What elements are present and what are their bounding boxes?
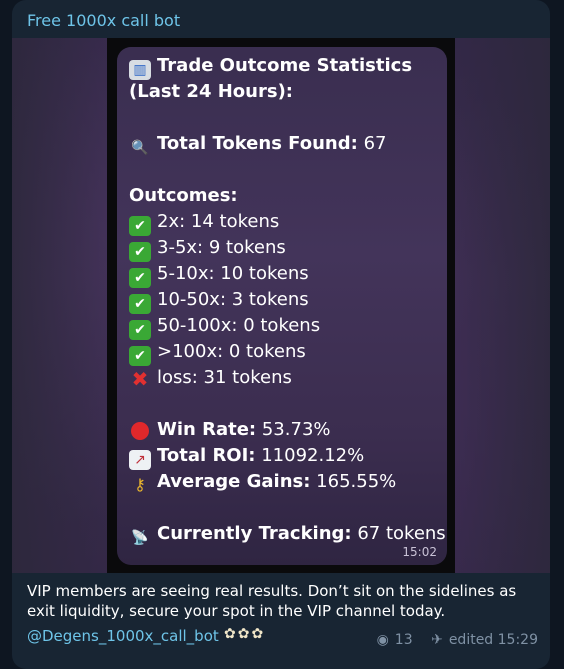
key-icon: ⚷ [134, 475, 146, 494]
message-caption: VIP members are seeing real results. Don… [27, 582, 517, 620]
media-blur-left [12, 38, 107, 573]
check-mark-icon: ✔ [129, 294, 151, 314]
views-icon: ◉ [376, 632, 389, 648]
outcomes-label: Outcomes: [129, 185, 238, 206]
average-gains-line: ⚷ Average Gains: 165.55% [129, 469, 396, 495]
check-mark-icon: ✔ [129, 320, 151, 340]
outcome-item: ✔ >100x: 0 tokens [129, 339, 306, 366]
pin-icon: ✈ [431, 632, 443, 648]
outcome-item: ✔ 5-10x: 10 tokens [129, 261, 309, 288]
edited-time: edited 15:29 [448, 632, 538, 648]
stats-card: ▥ Trade Outcome Statistics (Last 24 Hours… [117, 47, 447, 565]
tracking-line: 📡 Currently Tracking: 67 tokens [129, 521, 445, 548]
win-rate-line: Win Rate: 53.73% [129, 417, 331, 443]
trend-up-icon: ↗ [129, 450, 151, 470]
card-title-line1: ▥ Trade Outcome Statistics [129, 53, 412, 80]
loss-item: ✖ loss: 31 tokens [129, 365, 292, 391]
outcome-item: ✔ 10-50x: 3 tokens [129, 287, 309, 314]
cross-mark-icon: ✖ [131, 367, 149, 391]
flower-emojis: ✿✿✿ [224, 626, 266, 642]
outcome-item: ✔ 50-100x: 0 tokens [129, 313, 320, 340]
tokens-found-line: 🔍 Total Tokens Found: 67 [129, 131, 386, 158]
card-title-line2: (Last 24 Hours): [129, 81, 294, 102]
bot-mention-link[interactable]: @Degens_1000x_call_bot [27, 627, 219, 645]
message-media[interactable]: ▥ Trade Outcome Statistics (Last 24 Hours… [12, 38, 550, 573]
outcome-item: ✔ 3-5x: 9 tokens [129, 235, 286, 262]
sender-name[interactable]: Free 1000x call bot [27, 11, 180, 30]
check-mark-icon: ✔ [129, 216, 151, 236]
media-blur-right [455, 38, 550, 573]
satellite-dish-icon: 📡 [131, 530, 149, 546]
check-mark-icon: ✔ [129, 346, 151, 366]
check-mark-icon: ✔ [129, 242, 151, 262]
red-circle-icon [129, 422, 151, 442]
bar-chart-icon: ▥ [129, 60, 151, 80]
magnifier-icon: 🔍 [131, 140, 149, 156]
outcome-item: ✔ 2x: 14 tokens [129, 209, 279, 236]
message-meta: ◉ 13 ✈ edited 15:29 [371, 632, 538, 648]
message-bubble: Free 1000x call bot ▥ Trade Outcome Stati… [12, 0, 550, 669]
check-mark-icon: ✔ [129, 268, 151, 288]
total-roi-line: ↗ Total ROI: 11092.12% [129, 443, 364, 470]
views-count: 13 [394, 632, 413, 648]
card-timestamp: 15:02 [402, 545, 437, 559]
